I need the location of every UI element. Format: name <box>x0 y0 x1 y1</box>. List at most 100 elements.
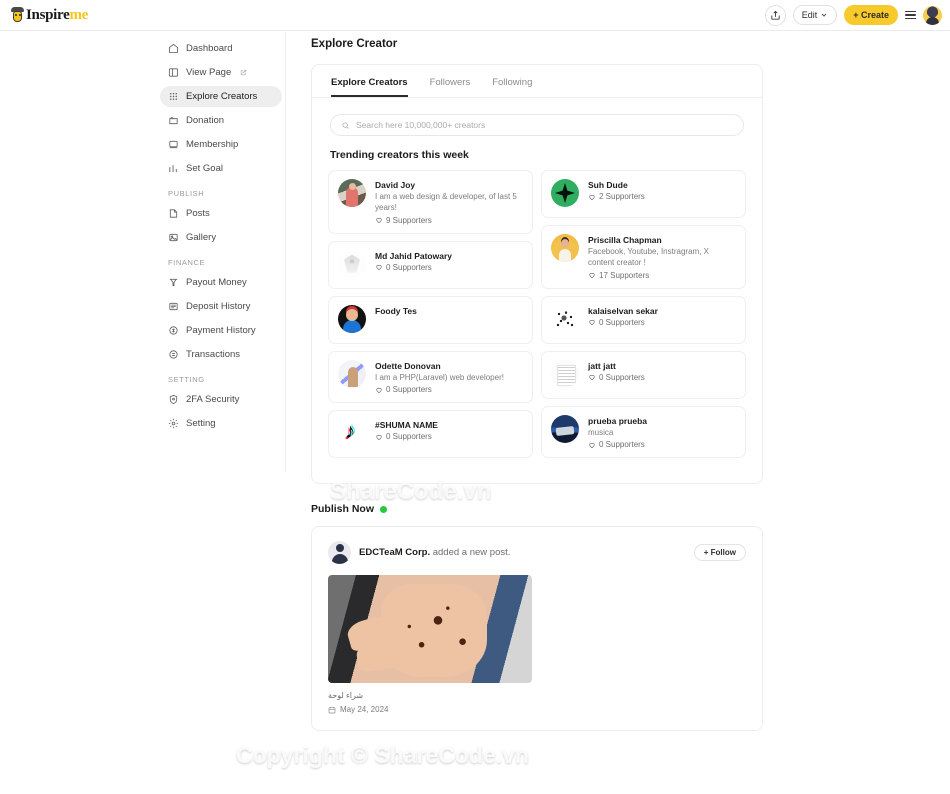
creator-card[interactable]: Priscilla Chapman Facebook, Youtube, Ins… <box>541 225 746 289</box>
post-author-name[interactable]: EDCTeaM Corp. <box>359 547 430 558</box>
heart-icon <box>376 265 382 271</box>
sidebar-item-payout-money[interactable]: Payout Money <box>160 272 282 293</box>
heart-icon <box>589 273 595 279</box>
creator-card[interactable]: jatt jatt 0 Supporters <box>541 350 746 399</box>
section-title: Trending creators this week <box>330 149 469 161</box>
sidebar-item-gallery[interactable]: Gallery <box>160 227 282 248</box>
creators-grid: David Joy I am a web design & developer,… <box>312 170 762 483</box>
gallery-image-icon <box>168 232 179 243</box>
mascot-icon <box>10 6 25 24</box>
sidebar-item-payment-history[interactable]: Payment History <box>160 320 282 341</box>
creator-bio: Facebook, Youtube, Instragram, X content… <box>588 247 709 267</box>
creator-name: jatt jatt <box>588 360 616 371</box>
page-title: Explore Creator <box>311 38 398 50</box>
sidebar-item-view-page[interactable]: View Page <box>160 62 282 83</box>
sidebar-divider <box>285 32 286 472</box>
creator-supporters-count: 0 Supporters <box>386 385 432 395</box>
sidebar-item-label: Posts <box>186 208 210 219</box>
sidebar-item-transactions[interactable]: Transactions <box>160 344 282 365</box>
creator-supporters: 0 Supporters <box>588 318 658 327</box>
creator-bio: musica <box>588 427 614 437</box>
sidebar-item-label: Payment History <box>186 325 256 336</box>
creator-supporters: 0 Supporters <box>375 263 452 272</box>
sidebar-item-posts[interactable]: Posts <box>160 203 282 224</box>
creator-supporters-count: 0 Supporters <box>386 432 432 442</box>
logo-primary-text: Inspire <box>26 7 70 23</box>
sidebar-item-label: Transactions <box>186 349 241 360</box>
creator-card[interactable]: Foody Tes <box>328 295 533 344</box>
sidebar-item-2fa-security[interactable]: 2FA Security <box>160 389 282 410</box>
search-placeholder: Search here 10,000,000+ creators <box>356 120 486 130</box>
creator-name: Md Jahid Patowary <box>375 250 452 261</box>
post-author-line: EDCTeaM Corp. added a new post. <box>359 547 510 558</box>
app-logo[interactable]: Inspireme <box>10 6 88 24</box>
creator-card[interactable]: Md Jahid Patowary 0 Supporters <box>328 240 533 289</box>
creator-supporters-count: 9 Supporters <box>386 215 432 225</box>
creator-avatar <box>551 234 579 262</box>
tab-following[interactable]: Following <box>492 77 532 97</box>
creator-name: Odette Donovan <box>375 360 441 371</box>
tab-followers[interactable]: Followers <box>430 77 471 97</box>
home-icon <box>168 43 179 54</box>
logo-accent-text: me <box>69 7 89 23</box>
heart-icon <box>589 320 595 326</box>
sidebar-group-setting: SETTING <box>168 375 205 384</box>
creator-card[interactable]: kalaiselvan sekar 0 Supporters <box>541 295 746 344</box>
sidebar-item-set-goal[interactable]: Set Goal <box>160 158 282 179</box>
creator-name: Priscilla Chapman <box>588 235 662 245</box>
post-author-avatar[interactable] <box>328 541 351 565</box>
share-icon[interactable] <box>764 4 786 26</box>
creator-card[interactable]: David Joy I am a web design & developer,… <box>328 170 533 234</box>
calendar-icon <box>328 706 336 714</box>
creator-avatar <box>338 179 366 207</box>
sidebar-item-setting[interactable]: Setting <box>160 413 282 434</box>
creators-column-left: David Joy I am a web design & developer,… <box>328 170 533 465</box>
sidebar-item-explore-creators[interactable]: Explore Creators <box>160 86 282 107</box>
creator-avatar <box>551 359 579 388</box>
post-card: EDCTeaM Corp. added a new post. + Follow… <box>311 526 763 732</box>
heart-icon <box>376 387 382 393</box>
creator-supporters-count: 0 Supporters <box>386 262 432 272</box>
create-button-label: + Create <box>853 10 889 20</box>
creator-card[interactable]: #SHUMA NAME 0 Supporters <box>328 410 533 459</box>
creator-card[interactable]: Suh Dude 2 Supporters <box>541 170 746 218</box>
follow-button[interactable]: + Follow <box>693 544 746 562</box>
deposit-icon <box>168 301 179 312</box>
tab-explore-creators[interactable]: Explore Creators <box>331 77 408 97</box>
sidebar-item-deposit-history[interactable]: Deposit History <box>160 296 282 317</box>
creator-bio: I am a web design & developer, of last 5… <box>375 192 517 212</box>
follow-button-label: + Follow <box>703 548 736 558</box>
sidebar-item-dashboard[interactable]: Dashboard <box>160 38 282 59</box>
creator-supporters: 0 Supporters <box>375 385 504 394</box>
creator-supporters: 0 Supporters <box>375 432 438 441</box>
creator-card[interactable]: prueba prueba musica 0 Supporters <box>541 405 746 459</box>
heart-icon <box>589 375 595 381</box>
heart-icon <box>589 442 595 448</box>
edit-button[interactable]: Edit <box>792 5 838 25</box>
sidebar-item-label: Payout Money <box>186 277 247 288</box>
membership-card-icon <box>168 139 179 150</box>
heart-icon <box>589 194 595 200</box>
gear-icon <box>168 418 179 429</box>
post-date: May 24, 2024 <box>328 705 746 714</box>
sidebar-item-label: Gallery <box>186 232 217 243</box>
external-link-icon <box>241 69 247 76</box>
edit-button-label: Edit <box>801 10 818 20</box>
sidebar-item-label: Dashboard <box>186 43 233 54</box>
create-button[interactable]: + Create <box>844 5 898 25</box>
creator-supporters-count: 0 Supporters <box>599 317 645 327</box>
creator-card[interactable]: Odette Donovan I am a PHP(Laravel) web d… <box>328 350 533 404</box>
heart-icon <box>376 218 382 224</box>
hamburger-menu-icon[interactable] <box>905 10 916 20</box>
post-media-image[interactable] <box>328 575 532 684</box>
creator-name: Suh Dude <box>588 180 628 190</box>
creator-supporters: 17 Supporters <box>588 271 736 280</box>
creator-supporters-count: 0 Supporters <box>599 372 645 382</box>
sidebar-item-membership[interactable]: Membership <box>160 134 282 155</box>
sidebar-item-donation[interactable]: Donation <box>160 110 282 131</box>
chevron-down-icon <box>821 13 827 17</box>
payout-icon <box>168 277 179 288</box>
creator-name: David Joy <box>375 180 416 190</box>
search-input[interactable]: Search here 10,000,000+ creators <box>330 114 744 136</box>
avatar[interactable] <box>923 5 942 25</box>
